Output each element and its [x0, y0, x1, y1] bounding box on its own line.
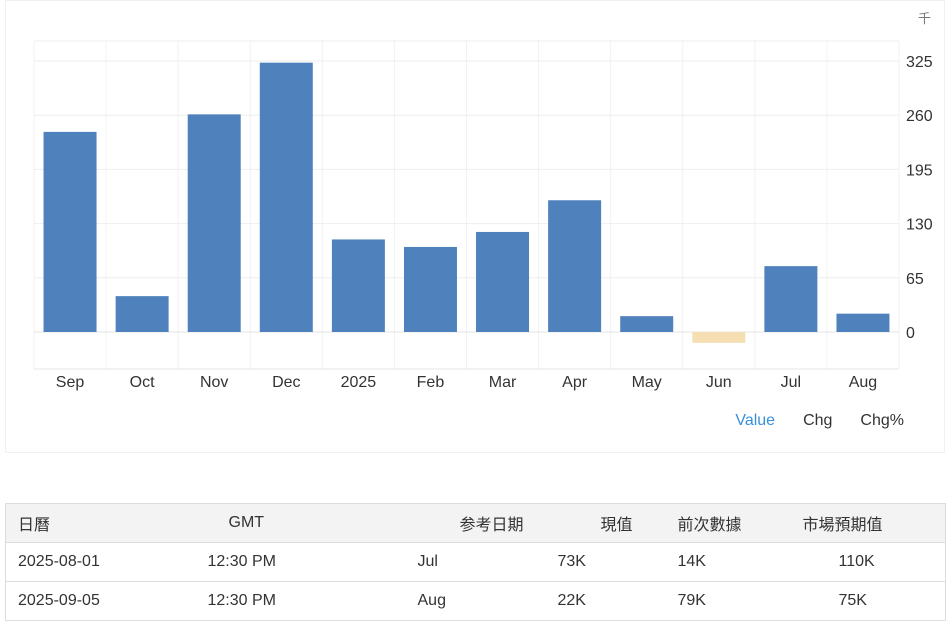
bar [331, 239, 385, 332]
unit-label: 千 [918, 11, 931, 26]
table-header-row: 日曆 GMT 参考日期 現值 前次數據 市場預期值 [5, 503, 946, 543]
x-tick-label: Dec [272, 374, 300, 391]
header-forecast: 市場預期值 [800, 503, 946, 543]
y-tick-label: 0 [906, 325, 915, 342]
cell-reference: Aug [400, 581, 541, 621]
header-reference-date: 参考日期 [400, 503, 541, 543]
header-previous: 前次數據 [665, 503, 801, 543]
x-tick-label: Apr [562, 374, 588, 391]
cell-date: 2025-08-01 [5, 542, 196, 582]
x-tick-label: Nov [200, 374, 228, 391]
header-actual: 現值 [540, 503, 666, 543]
cell-forecast: 75K [800, 581, 946, 621]
x-tick-label: 2025 [341, 374, 377, 391]
legend-chg-percent[interactable]: Chg% [860, 412, 904, 430]
bar [43, 131, 97, 332]
bar [764, 266, 818, 332]
table-row: 2025-08-01 12:30 PM Jul 73K 14K 110K [5, 542, 946, 582]
bar [187, 114, 241, 333]
bar [476, 231, 530, 332]
bar [403, 246, 457, 332]
cell-actual: 73K [540, 542, 666, 582]
cell-date: 2025-09-05 [5, 581, 196, 621]
bar [836, 313, 890, 332]
cell-reference: Jul [400, 542, 541, 582]
cell-actual: 22K [540, 581, 666, 621]
x-tick-label: Jul [781, 374, 801, 391]
bar [620, 316, 674, 332]
bar [692, 332, 746, 343]
header-calendar: 日曆 [5, 503, 196, 543]
legend: Value Chg Chg% [735, 412, 904, 430]
y-tick-label: 130 [906, 217, 933, 234]
y-tick-label: 195 [906, 162, 933, 179]
chart-panel: 0 65 130 195 260 325 千 Sep Oct Nov Dec 2025 Feb Mar Ap… [5, 0, 945, 453]
cell-forecast: 110K [800, 542, 946, 582]
cell-previous: 79K [665, 581, 801, 621]
header-gmt: GMT [195, 503, 401, 543]
x-tick-label: Oct [130, 374, 155, 391]
cell-previous: 14K [665, 542, 801, 582]
legend-chg[interactable]: Chg [803, 412, 832, 430]
y-tick-label: 260 [906, 108, 933, 125]
cell-time: 12:30 PM [195, 581, 401, 621]
x-tick-label: Mar [489, 374, 517, 391]
bar [259, 62, 313, 332]
table-row: 2025-09-05 12:30 PM Aug 22K 79K 75K [5, 581, 946, 621]
x-tick-label: Aug [849, 374, 877, 391]
calendar-table: 日曆 GMT 参考日期 現值 前次數據 市場預期值 2025-08-01 12:… [5, 503, 946, 621]
x-tick-label: Feb [417, 374, 445, 391]
legend-value[interactable]: Value [735, 412, 775, 430]
x-tick-label: Jun [706, 374, 732, 391]
bar [548, 200, 602, 332]
x-tick-label: Sep [56, 374, 85, 391]
y-tick-label: 65 [906, 271, 924, 288]
bar-chart: 0 65 130 195 260 325 千 Sep Oct Nov Dec 2025 Feb Mar Ap… [33, 11, 933, 391]
cell-time: 12:30 PM [195, 542, 401, 582]
x-tick-label: May [632, 374, 662, 391]
bar [115, 296, 169, 332]
y-tick-label: 325 [906, 54, 933, 71]
